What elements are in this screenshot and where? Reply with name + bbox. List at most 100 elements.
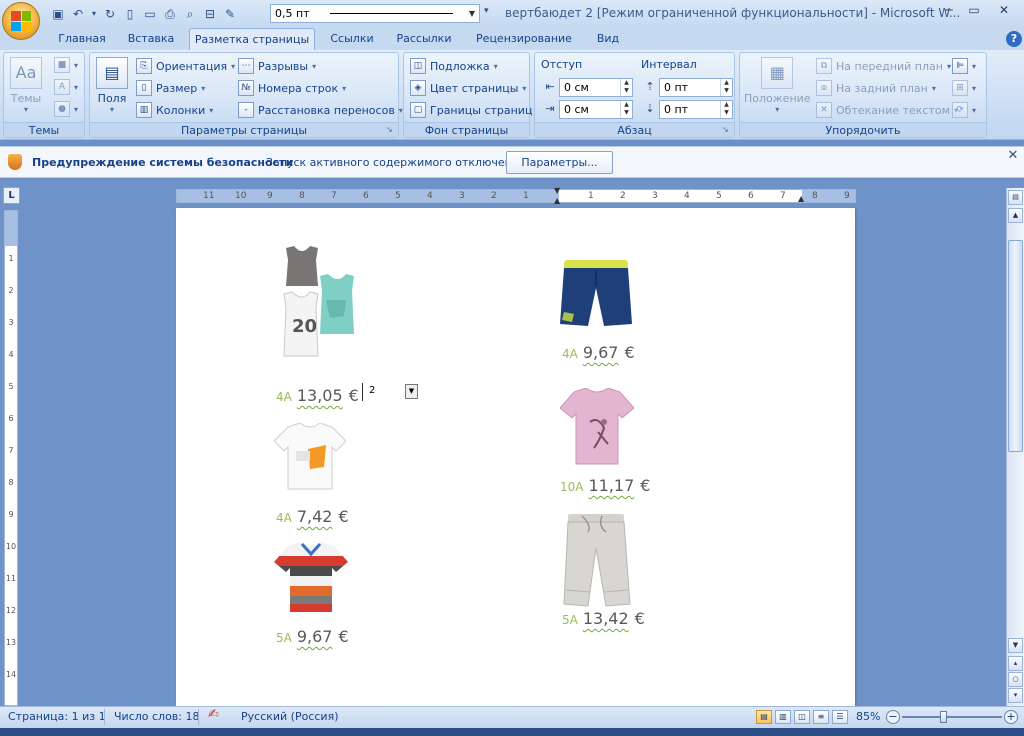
orientation-button[interactable]: ⎘ Ориентация ▾ [136,56,235,76]
outline-view-icon[interactable]: ≡ [813,710,829,724]
theme-fonts-button[interactable]: A ▾ [54,77,78,97]
vertical-scrollbar[interactable]: ▤ ▲ ▼ ▴ ○ ▾ [1006,188,1024,706]
text-wrap-button[interactable]: ✕Обтекание текстом▾ [816,100,958,120]
draft-view-icon[interactable]: ☰ [832,710,848,724]
customize-toolbar-icon[interactable]: ▾ [484,6,489,16]
word-count[interactable]: Число слов: 18 [114,710,200,723]
indent-right-input[interactable]: 0 см ▲ ▼ [559,100,633,119]
view-ruler-icon[interactable]: ▤ [1008,190,1023,205]
blank-page-icon[interactable]: ▭ [142,6,158,22]
full-screen-reading-icon[interactable]: ▥ [775,710,791,724]
columns-button[interactable]: ▥ Колонки ▾ [136,100,213,120]
right-indent-icon[interactable]: ▲ [798,195,808,203]
dialog-launcher-icon[interactable]: ↘ [722,125,732,135]
hyphenation-label: Расстановка переносов [258,103,395,117]
bring-to-front-button[interactable]: ⧉ На передний план ▾ [816,56,951,76]
group-label-themes: Темы [4,122,84,137]
taskbar-strip [0,728,1024,736]
vertical-ruler[interactable]: 1 2 3 4 5 6 7 8 9 10 11 12 13 14 [4,210,18,706]
spacing-before-input[interactable]: 0 пт ▲ ▼ [659,78,733,97]
help-icon[interactable]: ? [1006,31,1022,47]
redo-icon[interactable]: ↻ [102,6,118,22]
line-numbers-button[interactable]: № Номера строк ▾ [238,78,346,98]
theme-colors-button[interactable]: ■ ▾ [54,55,78,75]
white-tshirt-image[interactable] [274,423,346,491]
save-icon[interactable]: ▣ [50,6,66,22]
tab-insert[interactable]: Вставка [120,28,182,50]
proofing-icon[interactable]: ✍ [208,707,219,722]
select-browse-object-icon[interactable]: ○ [1008,672,1023,687]
spacing-after-input[interactable]: 0 пт ▲ ▼ [659,100,733,119]
position-icon: ▦ [761,57,794,89]
zoom-out-icon[interactable]: − [886,710,900,724]
breaks-button[interactable]: ⋯ Разрывы ▾ [238,56,316,76]
dialog-launcher-icon[interactable]: ↘ [386,125,396,135]
tab-home[interactable]: Главная [52,28,112,50]
page-borders-button[interactable]: ▢ Границы страниц [410,100,532,120]
theme-effects-button[interactable]: ● ▾ [54,99,78,119]
scrollbar-thumb[interactable] [1008,240,1023,452]
align-button[interactable]: ⊫ ▾ [952,56,976,76]
tab-page-layout[interactable]: Разметка страницы [189,28,315,50]
spinner-arrows-icon[interactable]: ▲ ▼ [720,79,732,96]
tab-selector[interactable]: L [3,187,20,204]
previous-page-icon[interactable]: ▴ [1008,656,1023,671]
zoom-slider-thumb[interactable] [940,711,947,723]
indent-left-input[interactable]: 0 см ▲ ▼ [559,78,633,97]
size-button[interactable]: ▯ Размер ▾ [136,78,205,98]
open-folder-icon[interactable]: ⊟ [202,6,218,22]
language-indicator[interactable]: Русский (Россия) [241,710,339,723]
zoom-level[interactable]: 85% [856,710,880,723]
watermark-button[interactable]: ◫ Подложка ▾ [410,56,498,76]
horizontal-ruler[interactable]: 11 10 9 8 7 6 5 4 3 2 1 1 2 3 4 5 6 7 8 9 ▼ ▲ ▲ [176,187,856,205]
first-line-indent-icon[interactable]: ▼ [554,187,564,195]
chevron-down-icon[interactable]: ▼ [405,384,418,399]
hanging-indent-icon[interactable]: ▲ [554,197,564,205]
spinner-arrows-icon[interactable]: ▲ ▼ [620,101,632,118]
close-icon[interactable]: ✕ [990,0,1018,20]
zoom-in-icon[interactable]: + [1004,710,1018,724]
product-size: 4A [276,511,292,525]
undo-dropdown-icon[interactable]: ▾ [90,6,98,22]
page-color-button[interactable]: ◈ Цвет страницы ▾ [410,78,526,98]
edit-icon[interactable]: ✎ [222,6,238,22]
group-objects-button[interactable]: ⊞ ▾ [952,78,976,98]
print-preview-icon[interactable]: ⌕ [182,6,198,22]
position-button[interactable]: ▦ Положение ▾ [744,57,811,114]
tab-review[interactable]: Рецензирование [469,28,579,50]
spinner-arrows-icon[interactable]: ▲ ▼ [720,101,732,118]
next-page-icon[interactable]: ▾ [1008,688,1023,703]
rotate-button[interactable]: ⟳ ▾ [952,100,976,120]
maximize-icon[interactable]: ▭ [960,0,988,20]
web-layout-icon[interactable]: ◫ [794,710,810,724]
tab-view[interactable]: Вид [588,28,628,50]
security-options-button[interactable]: Параметры... [506,151,613,174]
print-layout-icon[interactable]: ▤ [756,710,772,724]
tab-mailings[interactable]: Рассылки [392,28,456,50]
scroll-down-icon[interactable]: ▼ [1008,638,1023,653]
print-icon[interactable]: ⎙ [162,6,178,22]
beige-trousers-image[interactable] [562,512,634,608]
spinner-arrows-icon[interactable]: ▲ ▼ [620,79,632,96]
themes-button[interactable]: Aa Темы ▾ [10,57,42,114]
undo-icon[interactable]: ↶ [70,6,86,22]
document-page[interactable]: 20 4A 13,05 € 4A 9,67 € 4A 7,42 € 10A 11… [176,208,855,706]
line-weight-selector[interactable]: 0,5 пт ▼ [270,4,480,23]
chevron-down-icon[interactable]: ▼ [465,9,479,18]
page-indicator[interactable]: Страница: 1 из 1 [8,710,106,723]
navy-shorts-image[interactable] [560,256,634,330]
tank-tops-image[interactable]: 20 [280,246,362,358]
close-icon[interactable]: ✕ [1006,149,1020,163]
new-document-icon[interactable]: ▯ [122,6,138,22]
tab-references[interactable]: Ссылки [323,28,381,50]
hyphenation-button[interactable]: - Расстановка переносов ▾ [238,100,403,120]
margins-button[interactable]: ▤ Поля ▾ [96,57,128,114]
scroll-up-icon[interactable]: ▲ [1008,208,1023,223]
send-to-back-button[interactable]: ⧈ На задний план ▾ [816,78,936,98]
dropdown-form-field[interactable]: 2 ▼ [362,383,418,401]
zoom-slider-track[interactable] [902,716,1002,718]
striped-polo-image[interactable] [274,542,348,614]
pink-tshirt-image[interactable] [560,388,634,466]
minimize-icon[interactable]: ─ [935,0,963,20]
office-button[interactable] [2,2,40,40]
